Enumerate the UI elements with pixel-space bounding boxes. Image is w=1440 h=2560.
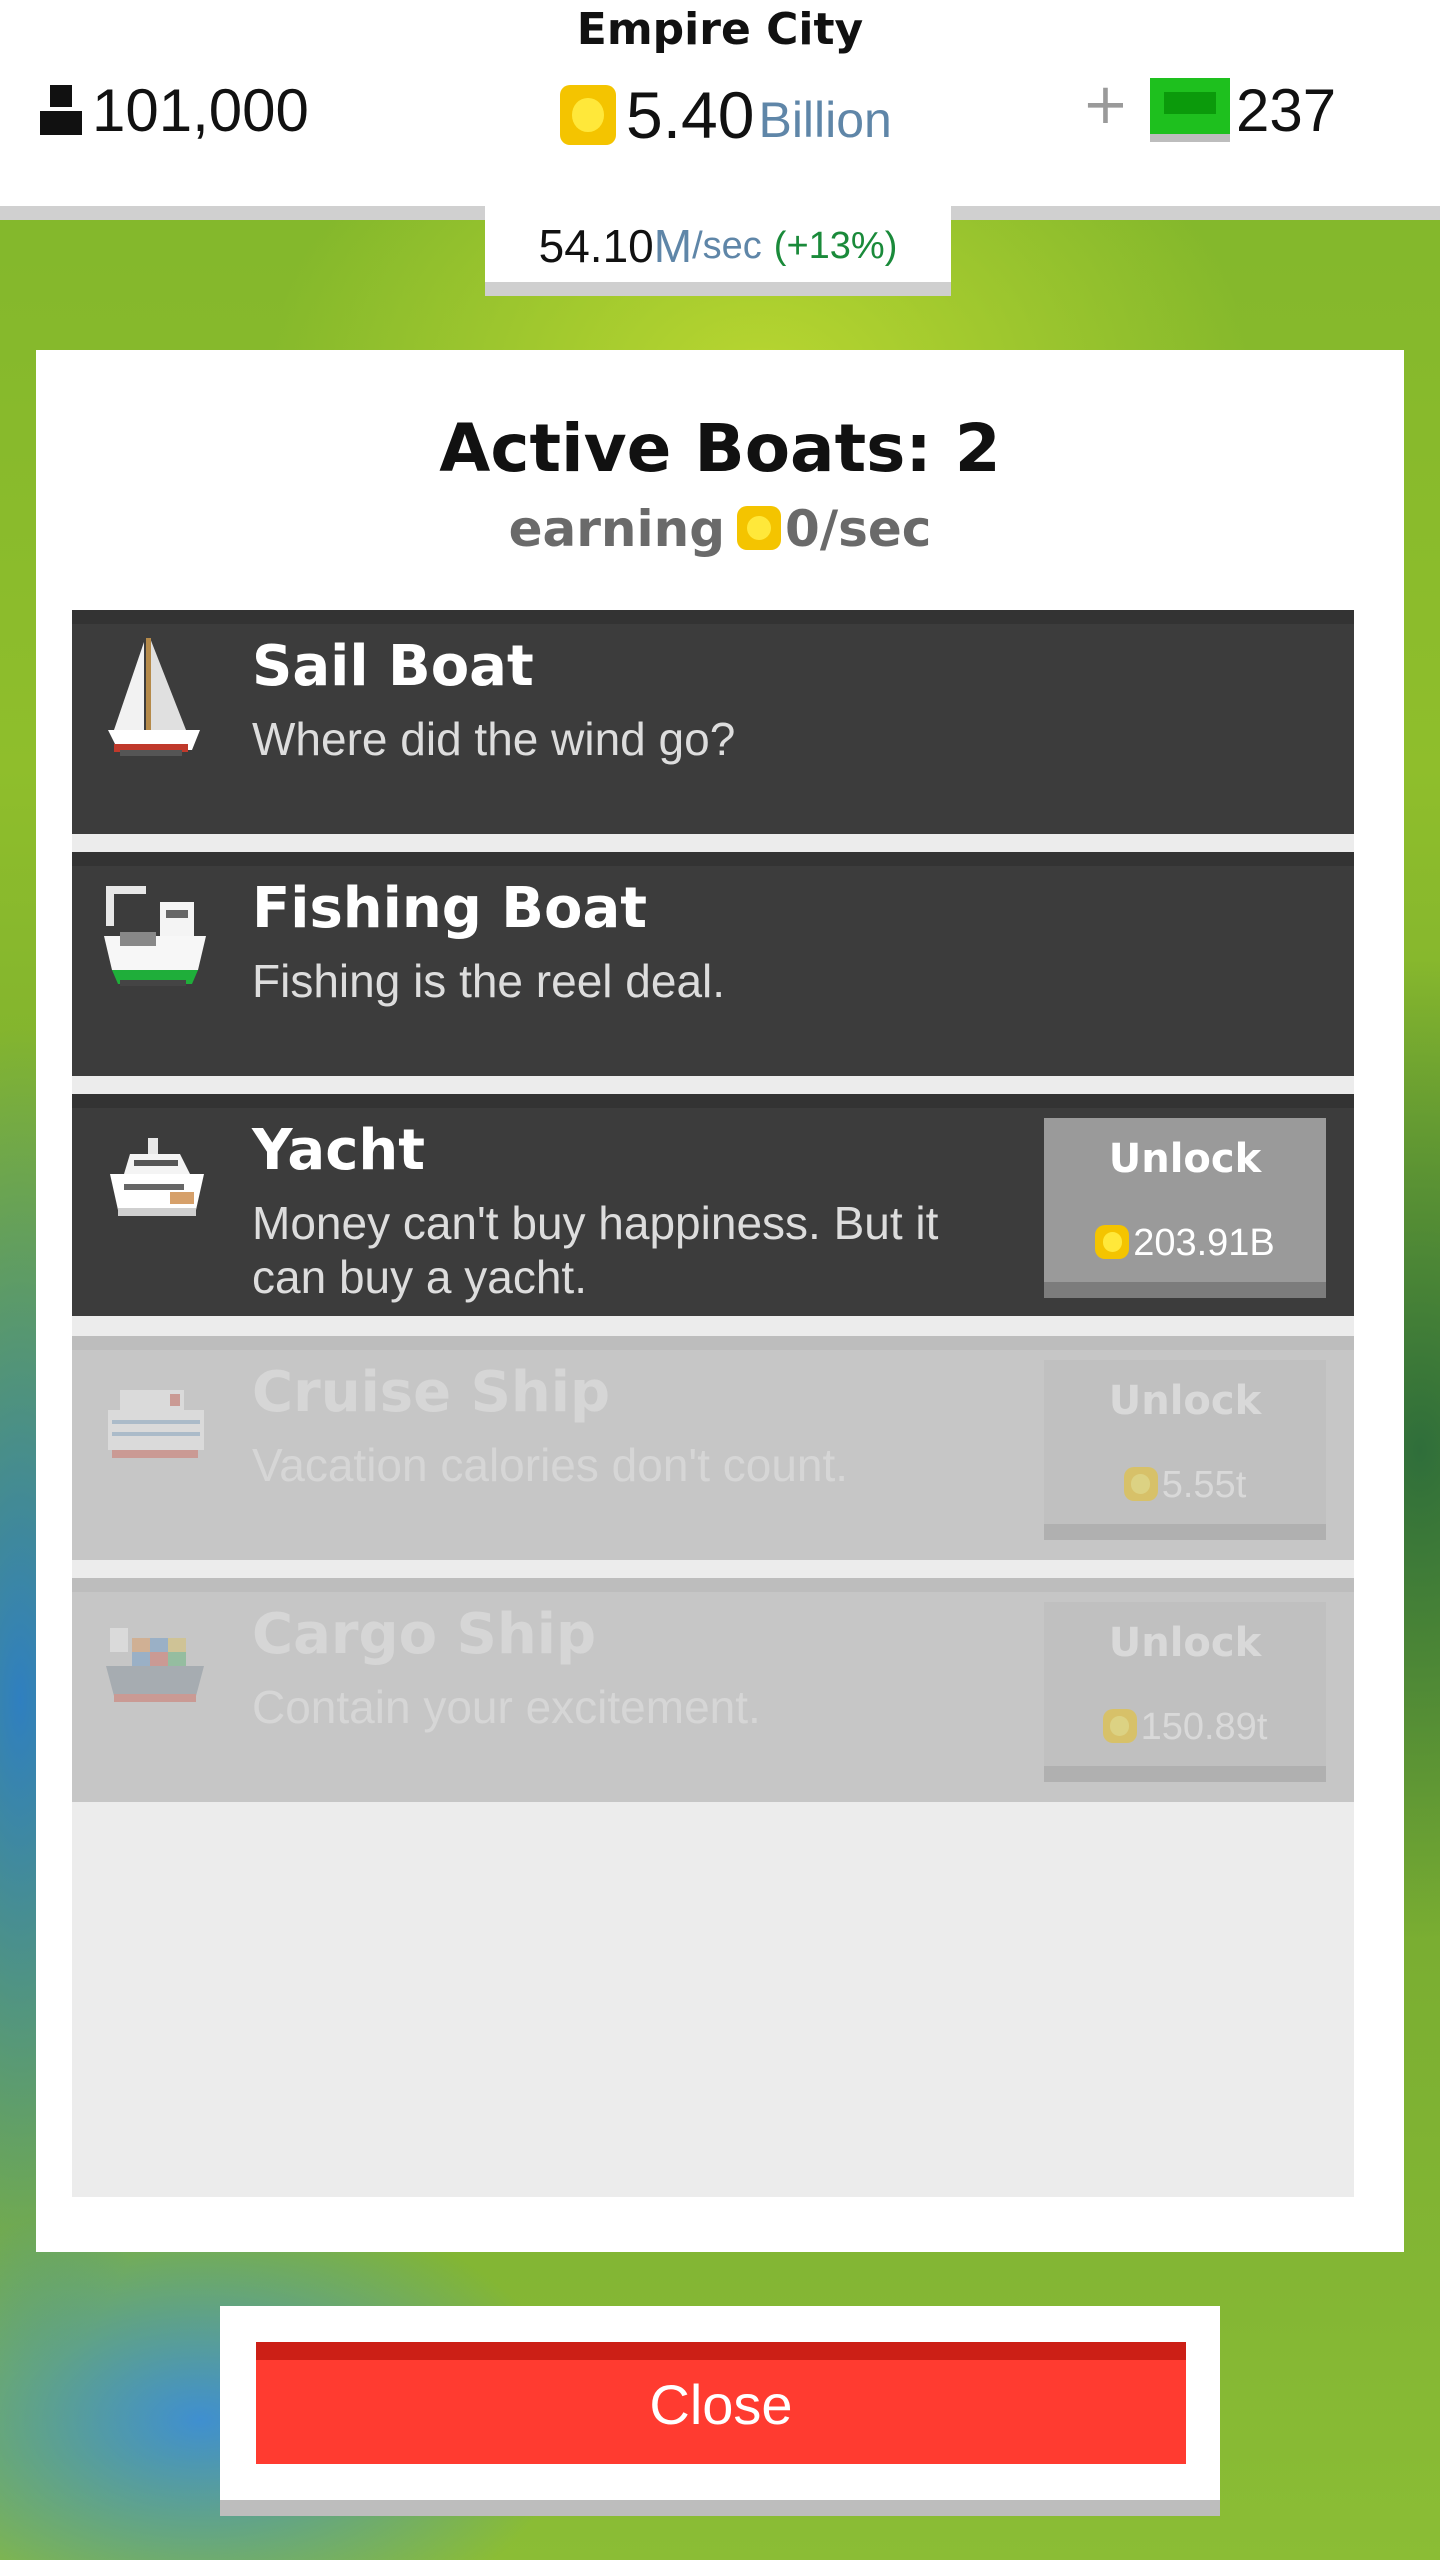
yacht-icon	[110, 1138, 204, 1216]
boat-description: Fishing is the reel deal.	[252, 955, 726, 1007]
unlock-price: 5.55t	[1044, 1464, 1326, 1507]
fishing-boat-icon	[104, 886, 206, 986]
sailboat-icon	[108, 638, 200, 756]
boats-panel: Active Boats: 2 earning 0/sec Sail Boat W…	[36, 350, 1404, 2252]
rate-unit: M	[653, 220, 693, 272]
row-top-edge	[72, 1094, 1354, 1108]
earning-label: earning	[508, 500, 726, 558]
coin-icon	[1123, 1467, 1158, 1501]
coin-icon	[560, 85, 616, 145]
earning-line: earning 0/sec	[36, 500, 1404, 558]
boat-description: Where did the wind go?	[252, 713, 736, 765]
population-value: 101,000	[92, 76, 309, 144]
price-value: 150.89t	[1140, 1706, 1268, 1748]
row-top-edge	[72, 1336, 1354, 1350]
list-item-sail-boat[interactable]: Sail Boat Where did the wind go?	[72, 610, 1354, 834]
rate-value: 54.10	[538, 220, 654, 272]
boat-list[interactable]: Sail Boat Where did the wind go? Fishing…	[72, 610, 1354, 2197]
rate-tab-shadow	[485, 282, 951, 296]
unlock-price: 150.89t	[1044, 1706, 1326, 1749]
coin-icon	[737, 506, 782, 550]
close-label: Close	[649, 2373, 793, 2436]
top-hud: Empire City 101,000 5.40 Billion + 237	[0, 0, 1440, 206]
money-value: 5.40	[626, 78, 755, 152]
list-item-cruise-ship: Cruise Ship Vacation calories don't coun…	[72, 1336, 1354, 1560]
coin-icon	[1095, 1225, 1130, 1259]
row-top-edge	[72, 852, 1354, 866]
money-counter: 5.40 Billion	[560, 70, 892, 160]
person-icon	[40, 85, 82, 135]
list-item-cargo-ship: Cargo Ship Contain your excitement. Unlo…	[72, 1578, 1354, 1802]
money-unit: Billion	[758, 92, 892, 148]
button-shadow	[1044, 1282, 1326, 1298]
close-container-shadow	[220, 2500, 1220, 2516]
rate-bonus: (+13%)	[773, 224, 898, 267]
coin-icon	[1102, 1709, 1137, 1743]
unlock-label: Unlock	[1108, 1378, 1262, 1424]
gem-counter[interactable]: 237	[1150, 70, 1336, 150]
button-shadow	[1044, 1766, 1326, 1782]
list-item-yacht[interactable]: Yacht Money can't buy happiness. But it …	[72, 1094, 1354, 1316]
income-rate-tab: 54.10 M /sec (+13%)	[485, 206, 951, 286]
unlock-label: Unlock	[1108, 1620, 1262, 1666]
boat-name: Cargo Ship	[252, 1602, 597, 1667]
boat-description: Contain your excitement.	[252, 1681, 761, 1733]
population-counter: 101,000	[38, 70, 309, 150]
city-name: Empire City	[576, 4, 864, 55]
price-value: 203.91B	[1133, 1222, 1275, 1264]
close-button-top-edge	[256, 2342, 1186, 2360]
earning-value: 0/sec	[785, 500, 932, 558]
add-gems-button[interactable]: +	[1082, 72, 1129, 137]
cash-icon	[1150, 78, 1230, 142]
gems-value: 237	[1236, 76, 1337, 144]
unlock-label: Unlock	[1108, 1136, 1262, 1182]
row-top-edge	[72, 610, 1354, 624]
boat-name: Sail Boat	[252, 634, 534, 699]
boat-name: Cruise Ship	[252, 1360, 611, 1425]
row-top-edge	[72, 1578, 1354, 1592]
cargo-ship-icon	[106, 1628, 204, 1702]
boat-name: Yacht	[252, 1118, 426, 1183]
unlock-button[interactable]: Unlock 203.91B	[1044, 1118, 1326, 1298]
rate-per: /sec	[692, 224, 762, 267]
unlock-button: Unlock 150.89t	[1044, 1602, 1326, 1782]
cruise-ship-icon	[108, 1390, 204, 1458]
price-value: 5.55t	[1161, 1464, 1247, 1506]
close-button[interactable]: Close	[256, 2342, 1186, 2464]
boat-name: Fishing Boat	[252, 876, 648, 941]
boat-description: Vacation calories don't count.	[252, 1439, 849, 1491]
button-shadow	[1044, 1524, 1326, 1540]
list-item-fishing-boat[interactable]: Fishing Boat Fishing is the reel deal.	[72, 852, 1354, 1076]
unlock-price: 203.91B	[1044, 1222, 1326, 1265]
boat-description: Money can't buy happiness. But it can bu…	[252, 1197, 939, 1303]
panel-title: Active Boats: 2	[439, 410, 1001, 487]
unlock-button: Unlock 5.55t	[1044, 1360, 1326, 1540]
